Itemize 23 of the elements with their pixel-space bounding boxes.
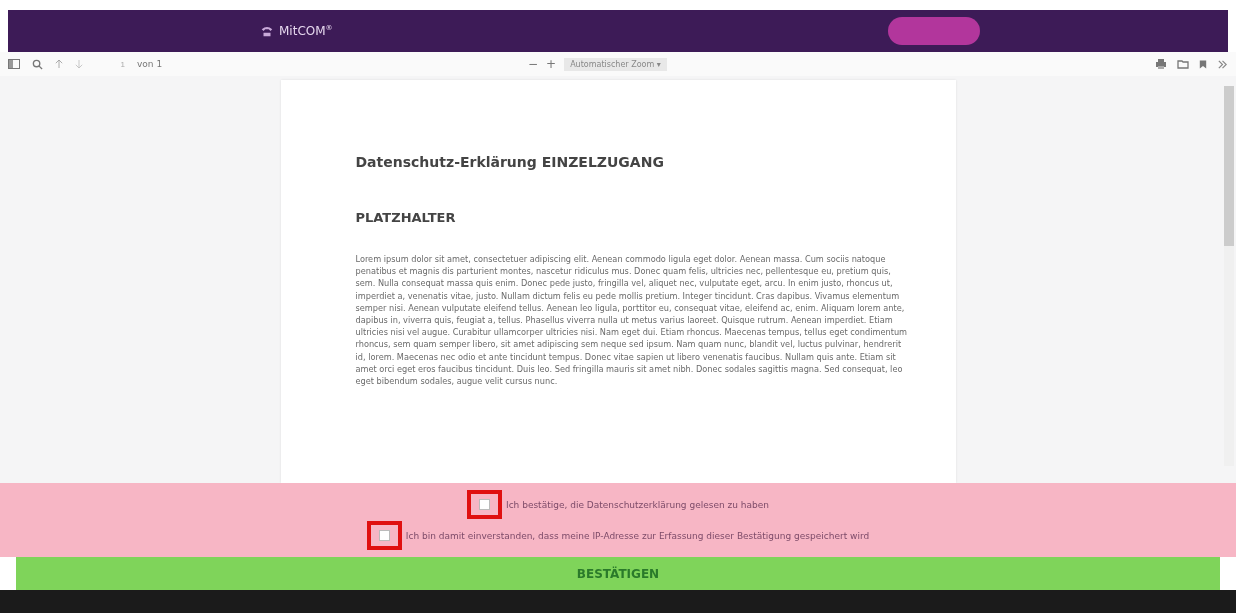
document-title: Datenschutz-Erklärung EINZELZUGANG — [355, 154, 665, 170]
checkbox[interactable] — [378, 530, 390, 541]
document-subtitle: PLATZHALTER — [355, 210, 457, 225]
consent-label: Ich bestätige, die Datenschutzerklärung gelesen zu haben — [506, 499, 769, 510]
brand-logo-text: MitCOM$^{®}$ — [279, 24, 333, 38]
print-icon[interactable] — [1155, 58, 1167, 70]
zoom-in-button[interactable]: + — [546, 57, 557, 71]
sidebar-toggle-icon[interactable] — [8, 59, 20, 69]
scrollbar[interactable] — [1224, 86, 1234, 466]
bookmark-icon[interactable] — [1199, 58, 1207, 70]
phone-icon — [260, 24, 274, 38]
menu-button[interactable] — [888, 17, 980, 45]
confirm-button[interactable]: BESTÄTIGEN — [16, 557, 1220, 590]
consent-label: Ich bin damit einverstanden, dass meine IP-Adresse zur Erfassung dieser Bestätigung gespeichert wird — [405, 530, 870, 541]
checkbox[interactable] — [479, 499, 490, 510]
double-chevron-icon[interactable] — [1217, 58, 1228, 70]
arrow-up-icon[interactable] — [55, 59, 63, 69]
page-count: von 1 — [137, 59, 163, 69]
document-body-text: Lorem ipsum dolor sit amet, consectetuer adipiscing elit. Aenean commodo ligula eget dolor. Aenean massa. Cum sociis natoque penatibus et magnis dis parturient montes, nascetur ridiculus mus. Donec quam felis, ultricies nec, pellentesque eu, pretium quis, sem. Nulla consequat massa quis enim. Donec pede justo, fringilla vel, aliquet nec, vulputate eget, arcu. In enim justo, rhoncus ut, imperdiet a, venenatis vitae, justo. Nullam dictum felis eu pede mollis pretium. Integer tincidunt. Cras dapibus. Vivamus elementum semper nisi. Aenean vulputate eleifend tellus. Aenean leo ligula, porttitor eu, consequat vitae, eleifend ac, enim. Aliquam lorem ante, dapibus in, viverra quis, feugiat a, tellus. Phasellus viverra nulla ut metus varius laoreet. Quisque rutrum. Aenean imperdiet. Etiam ultricies nisi vel augue. Curabitur ullamcorper ultricies nisi. Nam eget dui. Etiam rhoncus. Maecenas tempus, tellus eget condimentum rhoncus, sem quam semper libero, sit amet adipiscing sem neque sed ipsum. Nam quam nunc, blandit vel, luctus pulvinar, hendrerit id, lorem. Maecenas nec odio et ante tincidunt tempus. Donec vitae sapien ut libero venenatis faucibus. Nullam quis ante. Etiam sit amet orci eget eros faucibus tincidunt. Duis leo. Sed fringilla mauris sit amet nibh. Donec sodales sagittis magna. Sed consequat, leo eget bibendum sodales, augue velit cursus nunc. — [355, 253, 909, 388]
folder-icon[interactable] — [1177, 58, 1189, 70]
search-icon[interactable] — [32, 58, 43, 70]
zoom-out-button[interactable]: − — [528, 57, 539, 71]
zoom-dropdown[interactable]: Automatischer Zoom ▾ — [564, 57, 667, 71]
